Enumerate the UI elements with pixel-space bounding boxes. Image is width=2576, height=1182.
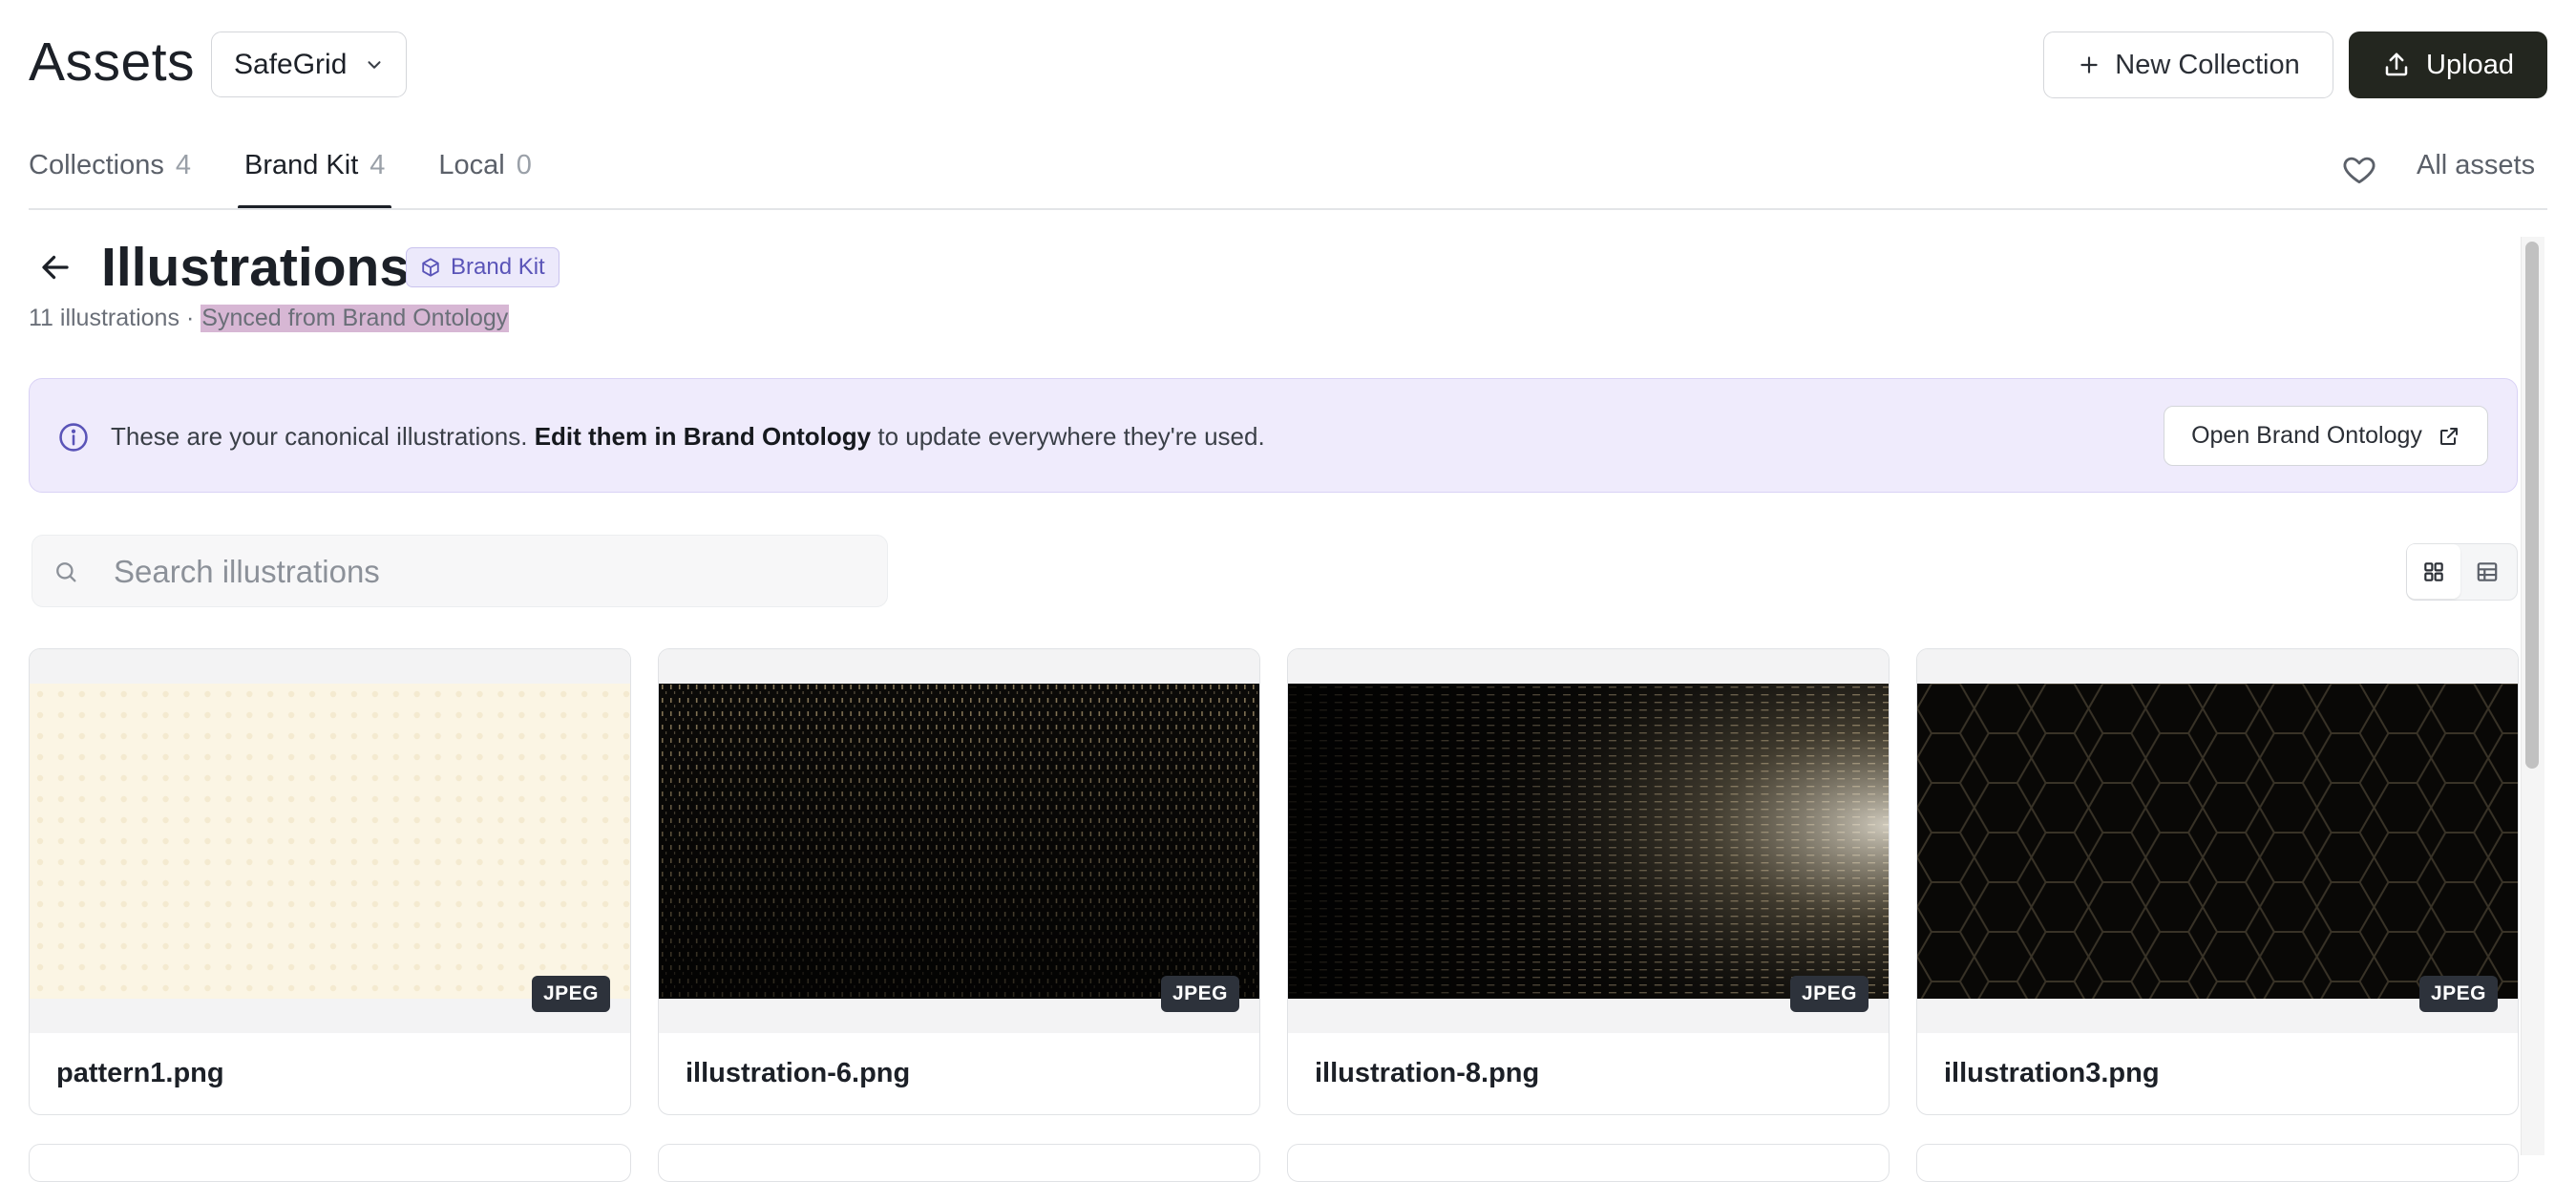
section-subline: 11 illustrations · Synced from Brand Ont… xyxy=(29,305,510,332)
illustration-count: 11 illustrations xyxy=(29,305,179,331)
asset-name: illustration-6.png xyxy=(686,1058,911,1088)
asset-card[interactable]: JPEG illustration3.png xyxy=(1916,648,2519,1115)
tabs-divider xyxy=(29,208,2547,210)
thumbnail-image xyxy=(1288,684,1889,999)
new-collection-button[interactable]: New Collection xyxy=(2043,32,2333,98)
tab-collections[interactable]: Collections 4 xyxy=(29,138,191,209)
upload-button[interactable]: Upload xyxy=(2349,32,2547,98)
format-badge: JPEG xyxy=(1789,976,1869,1012)
tab-label: Local xyxy=(438,150,505,180)
page-title: Assets xyxy=(29,32,196,93)
favorites-heart-icon[interactable] xyxy=(2341,152,2377,193)
table-view-button[interactable] xyxy=(2460,544,2514,599)
search-input[interactable] xyxy=(112,547,860,597)
all-assets-link[interactable]: All assets xyxy=(2417,150,2535,181)
tab-count: 4 xyxy=(370,150,386,180)
card-media: JPEG xyxy=(30,649,630,1033)
banner-text-bold: Edit them in Brand Ontology xyxy=(534,422,872,451)
thumbnail-image xyxy=(1917,684,2518,999)
asset-name: pattern1.png xyxy=(56,1058,224,1088)
info-icon xyxy=(57,421,90,458)
format-badge: JPEG xyxy=(531,976,610,1012)
grid-icon xyxy=(2424,561,2443,581)
banner-message: These are your canonical illustrations. … xyxy=(111,422,1265,452)
separator: · xyxy=(185,305,195,331)
tab-brand-kit[interactable]: Brand Kit 4 xyxy=(237,138,392,209)
card-media: JPEG xyxy=(659,649,1259,1033)
thumbnail-image xyxy=(659,684,1259,999)
asset-name: illustration3.png xyxy=(1944,1058,2160,1088)
upload-label: Upload xyxy=(2426,49,2514,80)
tab-label: Collections xyxy=(29,150,164,180)
back-arrow-icon[interactable] xyxy=(38,250,73,289)
grid-view-button[interactable] xyxy=(2407,544,2460,599)
tab-count: 4 xyxy=(175,150,191,180)
asset-tabs: Collections 4 Brand Kit 4 Local 0 xyxy=(29,138,585,209)
card-media: JPEG xyxy=(1917,649,2518,1033)
asset-name: illustration-8.png xyxy=(1315,1058,1540,1088)
chevron-down-icon xyxy=(368,60,381,69)
sync-source-text: Synced from Brand Ontology xyxy=(201,305,510,332)
cube-icon xyxy=(422,258,439,277)
banner-text-before: These are your canonical illustrations. xyxy=(111,422,528,451)
brand-kit-badge: Brand Kit xyxy=(406,247,560,287)
asset-card[interactable]: JPEG pattern1.png xyxy=(29,648,631,1115)
table-icon xyxy=(2477,561,2498,581)
open-brand-ontology-label: Open Brand Ontology xyxy=(2191,422,2422,449)
section-title: Illustrations xyxy=(101,237,411,298)
workspace-name: SafeGrid xyxy=(234,48,348,80)
new-collection-label: New Collection xyxy=(2115,49,2300,80)
plus-icon xyxy=(2080,56,2098,74)
upload-icon xyxy=(2385,53,2408,76)
thumbnail-image xyxy=(30,684,630,999)
tab-label: Brand Kit xyxy=(243,150,359,180)
tab-local[interactable]: Local 0 xyxy=(438,138,531,209)
external-link-icon xyxy=(2439,427,2458,445)
format-badge: JPEG xyxy=(2418,976,2498,1012)
format-badge: JPEG xyxy=(1160,976,1239,1012)
asset-card[interactable] xyxy=(29,1144,631,1182)
asset-card[interactable] xyxy=(1287,1144,1890,1182)
asset-card[interactable]: JPEG illustration-8.png xyxy=(1287,648,1890,1115)
banner-text-after: to update everywhere they're used. xyxy=(877,422,1265,451)
asset-card[interactable] xyxy=(1916,1144,2519,1182)
asset-card[interactable] xyxy=(658,1144,1260,1182)
workspace-select[interactable]: SafeGrid xyxy=(211,32,407,97)
asset-card[interactable]: JPEG illustration-6.png xyxy=(658,648,1260,1115)
view-toggle xyxy=(2406,543,2518,601)
search-icon xyxy=(53,559,79,590)
badge-label: Brand Kit xyxy=(451,254,545,280)
card-media: JPEG xyxy=(1288,649,1889,1033)
tab-count: 0 xyxy=(516,150,532,180)
scrollbar-thumb[interactable] xyxy=(2525,242,2539,769)
open-brand-ontology-button[interactable]: Open Brand Ontology xyxy=(2164,406,2488,466)
